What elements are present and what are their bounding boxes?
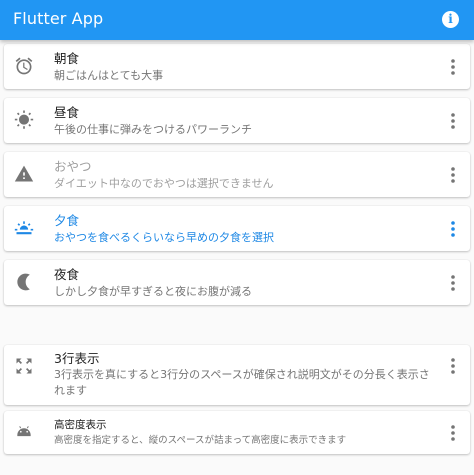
more-vert-icon[interactable] bbox=[441, 217, 465, 241]
alarm-icon bbox=[14, 56, 34, 76]
more-vert-icon[interactable] bbox=[441, 271, 465, 295]
sunset-icon bbox=[14, 218, 34, 238]
item-title: 夜食 bbox=[54, 267, 80, 282]
warning-icon bbox=[14, 164, 34, 184]
more-vert-icon[interactable] bbox=[441, 354, 465, 378]
list-item-dense[interactable]: 高密度表示 高密度を指定すると、縦のスペースが詰まって高密度に表示できます bbox=[4, 411, 470, 454]
app-bar: Flutter App i bbox=[0, 0, 474, 40]
more-vert-icon[interactable] bbox=[441, 55, 465, 79]
item-subtitle: ダイエット中なのでおやつは選択できません bbox=[54, 177, 274, 190]
more-vert-icon[interactable] bbox=[441, 109, 465, 133]
list-item-dinner[interactable]: 夕食 おやつを食べるくらいなら早めの夕食を選択 bbox=[4, 206, 470, 251]
list-item-late-snack[interactable]: 夜食 しかし夕食が早すぎると夜にお腹が減る bbox=[4, 260, 470, 305]
item-title: 高密度表示 bbox=[54, 419, 107, 431]
more-vert-icon[interactable] bbox=[441, 163, 465, 187]
app-bar-title: Flutter App bbox=[13, 9, 104, 28]
item-subtitle: 朝ごはんはとても大事 bbox=[54, 69, 164, 82]
item-subtitle: 午後の仕事に弾みをつけるパワーランチ bbox=[54, 123, 252, 136]
item-title: 3行表示 bbox=[54, 351, 100, 366]
android-icon bbox=[14, 422, 34, 442]
expand-icon bbox=[14, 356, 34, 376]
moon-icon bbox=[14, 272, 34, 292]
info-icon[interactable]: i bbox=[442, 11, 459, 28]
sun-icon bbox=[14, 110, 34, 130]
list-item-three-line[interactable]: 3行表示 3行表示を真にすると3行分のスペースが確保され説明文がその分長く表示さ… bbox=[4, 345, 470, 405]
item-subtitle: 3行表示を真にすると3行分のスペースが確保され説明文がその分長く表示されます bbox=[54, 368, 430, 397]
more-vert-icon[interactable] bbox=[441, 421, 465, 445]
item-subtitle: しかし夕食が早すぎると夜にお腹が減る bbox=[54, 285, 252, 298]
list-item-breakfast[interactable]: 朝食 朝ごはんはとても大事 bbox=[4, 44, 470, 89]
item-title: 朝食 bbox=[54, 51, 80, 66]
item-title: おやつ bbox=[54, 159, 92, 174]
list-item-lunch[interactable]: 昼食 午後の仕事に弾みをつけるパワーランチ bbox=[4, 98, 470, 143]
list-item-snack[interactable]: おやつ ダイエット中なのでおやつは選択できません bbox=[4, 152, 470, 197]
item-title: 昼食 bbox=[54, 105, 80, 120]
item-title: 夕食 bbox=[54, 213, 80, 228]
item-subtitle: 高密度を指定すると、縦のスペースが詰まって高密度に表示できます bbox=[54, 435, 347, 446]
item-subtitle: おやつを食べるくらいなら早めの夕食を選択 bbox=[54, 231, 274, 244]
